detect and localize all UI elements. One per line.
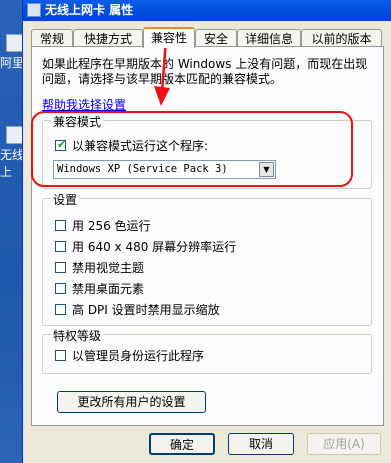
tab-security[interactable]: 安全 — [195, 29, 237, 47]
privilege-level-group-title: 特权等级 — [51, 327, 104, 344]
run-as-admin-label: 以管理员身份运行此程序 — [72, 349, 205, 363]
disable-desktop-composition-checkbox[interactable] — [55, 283, 66, 294]
privilege-level-group: 特权等级 以管理员身份运行此程序 — [42, 327, 372, 374]
tab-shortcut[interactable]: 快捷方式 — [73, 29, 143, 47]
disable-desktop-composition-label: 禁用桌面元素 — [72, 282, 145, 296]
settings-group-title: 设置 — [51, 191, 80, 208]
apply-button[interactable]: 应用(A) — [307, 433, 381, 455]
title-bar[interactable]: 无线上网卡 属性 — [23, 0, 391, 21]
ok-button[interactable]: 确定 — [149, 433, 215, 455]
run-640x480-checkbox[interactable] — [55, 241, 66, 252]
compatibility-page: 如果此程序在早期版本的 Windows 上没有问题，而现在出现问题，请选择与该早… — [31, 46, 384, 426]
window-title: 无线上网卡 属性 — [45, 3, 134, 17]
run-256-colors-checkbox[interactable] — [55, 220, 66, 231]
tab-general[interactable]: 常规 — [31, 29, 73, 47]
annotation-highlight-oval — [31, 111, 353, 187]
disable-dpi-scaling-label: 高 DPI 设置时禁用显示缩放 — [72, 303, 220, 317]
tab-compatibility[interactable]: 兼容性 — [143, 27, 195, 48]
compatibility-description: 如果此程序在早期版本的 Windows 上没有问题，而现在出现问题，请选择与该早… — [42, 57, 368, 86]
change-all-users-settings-button[interactable]: 更改所有用户的设置 — [57, 391, 206, 413]
run-256-colors-label: 用 256 色运行 — [72, 219, 151, 233]
desktop-shortcut-label: 无线上 — [0, 148, 25, 179]
settings-group: 设置 用 256 色运行 用 640 x 480 屏幕分辨率运行 禁用视觉主题 … — [42, 191, 372, 326]
run-as-admin-checkbox[interactable] — [55, 350, 66, 361]
tab-details[interactable]: 详细信息 — [237, 29, 301, 47]
annotation-arrow-icon — [154, 39, 170, 106]
desktop-shortcut-label: 阿里 — [0, 56, 25, 70]
run-640x480-label: 用 640 x 480 屏幕分辨率运行 — [72, 240, 237, 254]
disable-visual-themes-checkbox[interactable] — [55, 262, 66, 273]
cancel-button[interactable]: 取消 — [228, 433, 294, 455]
disable-dpi-scaling-checkbox[interactable] — [55, 304, 66, 315]
tab-previous-versions[interactable]: 以前的版本 — [301, 29, 382, 47]
disable-visual-themes-label: 禁用视觉主题 — [72, 261, 145, 275]
window-icon — [27, 3, 41, 17]
properties-window: 无线上网卡 属性 常规 快捷方式 兼容性 安全 详细信息 以前的版本 如果此程序… — [22, 0, 391, 463]
